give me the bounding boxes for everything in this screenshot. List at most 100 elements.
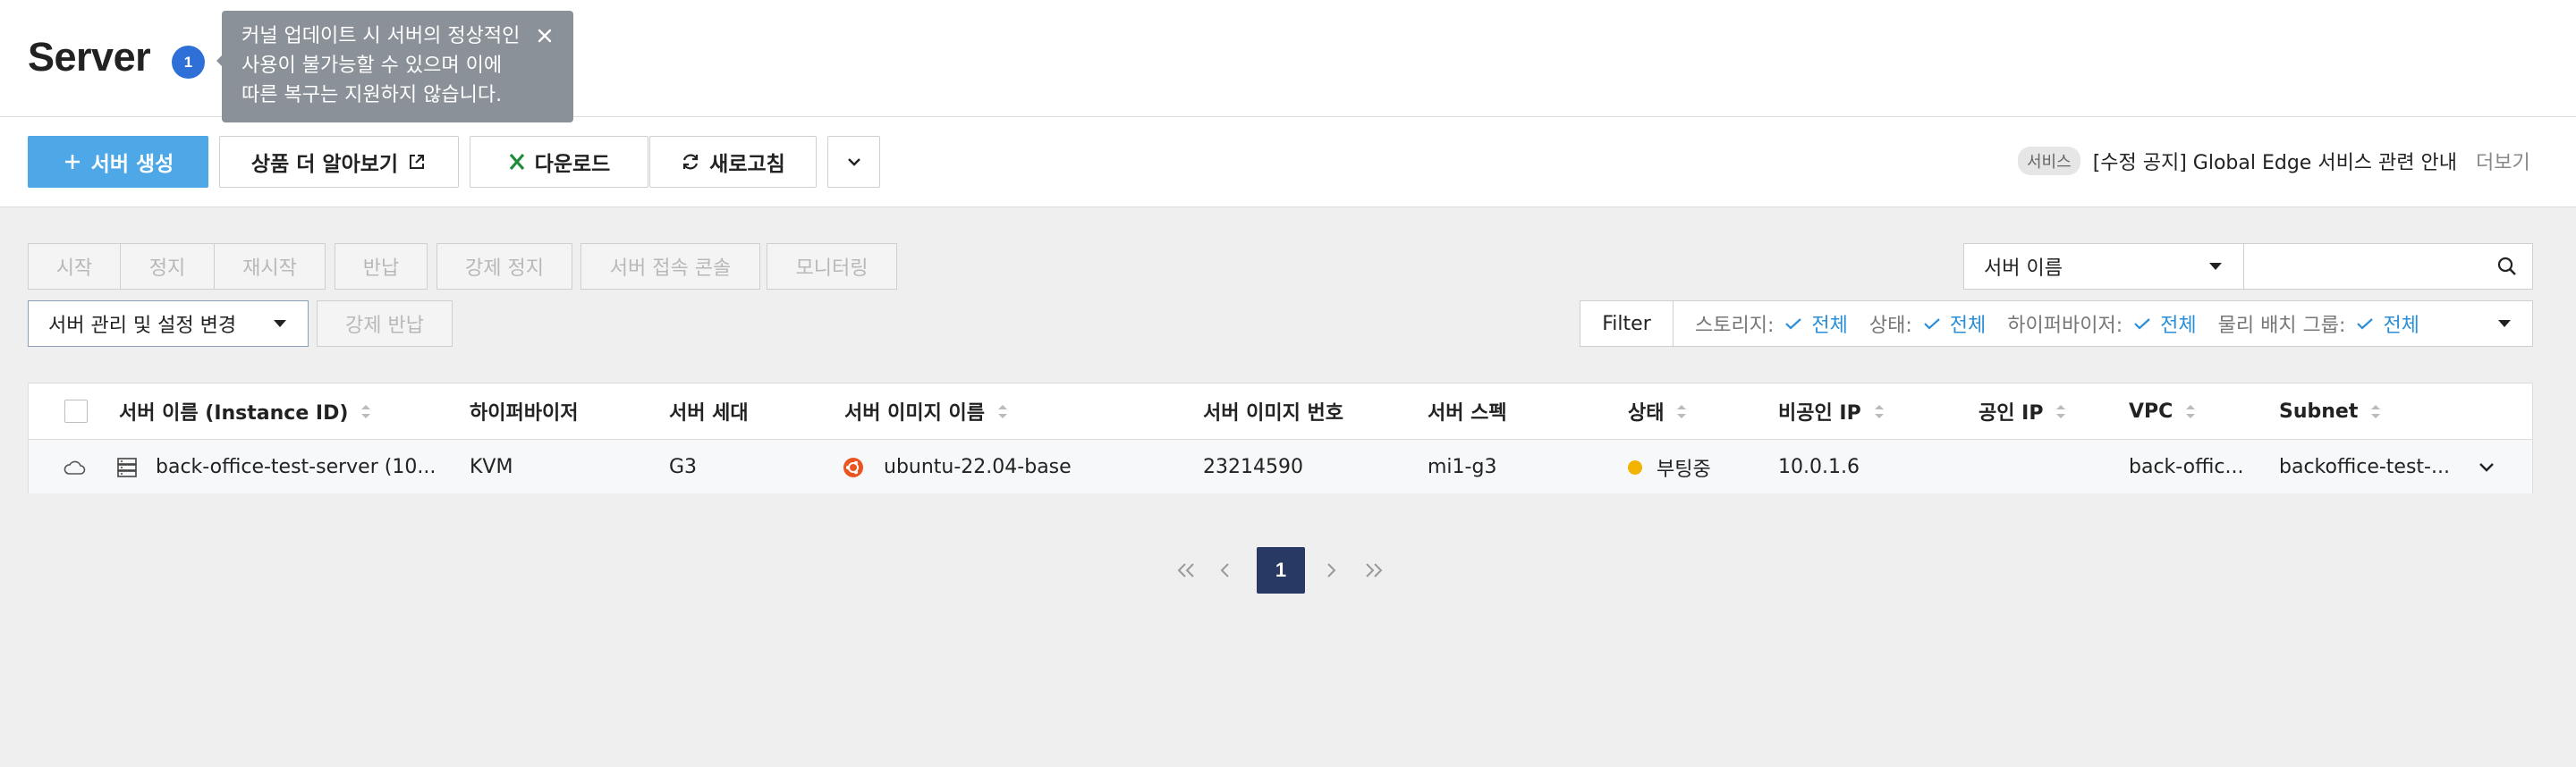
row-hypervisor: KVM: [470, 456, 513, 478]
row-vpc: back-offic...: [2129, 456, 2244, 478]
sort-icon[interactable]: [1874, 404, 1885, 419]
col-image-name-label: 서버 이미지 이름: [844, 402, 985, 425]
return-button[interactable]: 반납: [335, 243, 428, 290]
sort-icon[interactable]: [360, 404, 371, 419]
excel-icon: [509, 153, 524, 171]
filter-hypervisor-value: 전체: [2160, 315, 2197, 337]
chevron-down-icon: [2479, 462, 2494, 472]
check-icon: [1923, 318, 1940, 330]
refresh-button[interactable]: 새로고침: [649, 136, 817, 188]
col-image-no: 서버 이미지 번호: [1203, 384, 1343, 439]
restart-button[interactable]: 재시작: [214, 243, 326, 290]
notification-badge[interactable]: 1: [172, 46, 205, 79]
col-private-ip[interactable]: 비공인 IP: [1778, 384, 1885, 439]
filter-placement-group[interactable]: 물리 배치 그룹: 전체: [2218, 309, 2419, 338]
col-image-name[interactable]: 서버 이미지 이름: [844, 384, 1008, 439]
page-next-button[interactable]: [1322, 547, 1340, 594]
learn-more-label: 상품 더 알아보기: [250, 153, 399, 176]
row-generation: G3: [669, 456, 698, 478]
col-hypervisor: 하이퍼바이저: [470, 384, 578, 439]
col-public-ip-label: 공인 IP: [1979, 402, 2044, 425]
col-vpc[interactable]: VPC: [2129, 384, 2196, 439]
page-number-current[interactable]: 1: [1257, 547, 1305, 594]
filter-placement-group-value: 전체: [2383, 315, 2419, 337]
status-text: 부팅중: [1657, 458, 1711, 481]
caret-down-icon: [274, 320, 286, 327]
close-icon: [538, 29, 552, 43]
learn-more-button[interactable]: 상품 더 알아보기: [219, 136, 459, 188]
row-spec: mi1-g3: [1428, 456, 1497, 478]
search-icon[interactable]: [2496, 256, 2518, 277]
ubuntu-icon: [843, 457, 863, 477]
chevron-right-icon: [1327, 563, 1336, 577]
chevron-down-icon: [847, 158, 860, 166]
filter-storage[interactable]: 스토리지: 전체: [1695, 309, 1848, 338]
col-status-label: 상태: [1628, 402, 1665, 425]
notice-tag: 서비스: [2018, 147, 2080, 175]
sort-icon[interactable]: [2055, 404, 2066, 419]
refresh-icon: [683, 154, 699, 170]
start-button[interactable]: 시작: [28, 243, 121, 290]
notice-text[interactable]: [수정 공지] Global Edge 서비스 관련 안내: [2093, 147, 2457, 175]
row-name-cell[interactable]: back-office-test-server (10...: [116, 440, 436, 494]
col-spec-label: 서버 스펙: [1428, 402, 1507, 425]
download-label: 다운로드: [534, 153, 611, 176]
filter-placement-group-name: 물리 배치 그룹:: [2217, 315, 2346, 337]
tooltip-close-button[interactable]: [532, 23, 557, 48]
external-link-icon: [410, 155, 425, 169]
search-input[interactable]: [2243, 243, 2533, 290]
refresh-label: 새로고침: [709, 153, 785, 176]
monitoring-button[interactable]: 모니터링: [767, 243, 897, 290]
console-button[interactable]: 서버 접속 콘솔: [580, 243, 760, 290]
page-prev-button[interactable]: [1216, 547, 1234, 594]
sort-icon[interactable]: [2370, 404, 2381, 419]
notice-more-link[interactable]: 더보기: [2476, 147, 2530, 175]
chevron-left-icon: [1220, 563, 1229, 577]
row-status-cell: 부팅중: [1628, 440, 1711, 494]
row-expand-button[interactable]: [2476, 440, 2497, 494]
row-image-cell: ubuntu-22.04-base: [843, 440, 1072, 494]
stop-button[interactable]: 정지: [120, 243, 215, 290]
sort-icon[interactable]: [997, 404, 1008, 419]
col-public-ip[interactable]: 공인 IP: [1979, 384, 2066, 439]
filter-status[interactable]: 상태: 전체: [1869, 309, 1986, 338]
server-name[interactable]: back-office-test-server (10...: [156, 456, 436, 478]
force-stop-button[interactable]: 강제 정지: [436, 243, 572, 290]
col-server-name[interactable]: 서버 이름 (Instance ID): [119, 384, 371, 439]
filter-bar[interactable]: Filter 스토리지: 전체 상태: 전체 하이퍼바이저: 전체 물리 배치 …: [1580, 300, 2533, 347]
col-generation: 서버 세대: [669, 384, 749, 439]
filter-hypervisor[interactable]: 하이퍼바이저: 전체: [2007, 309, 2196, 338]
sort-icon[interactable]: [1676, 404, 1687, 419]
sort-icon[interactable]: [2185, 404, 2196, 419]
select-all-cell: [64, 384, 88, 439]
table-row[interactable]: back-office-test-server (10... KVM G3 ub…: [29, 439, 2532, 493]
col-subnet-label: Subnet: [2279, 400, 2359, 423]
col-status[interactable]: 상태: [1628, 384, 1687, 439]
more-options-dropdown[interactable]: [827, 136, 880, 188]
col-private-ip-label: 비공인 IP: [1778, 402, 1861, 425]
server-table: 서버 이름 (Instance ID) 하이퍼바이저 서버 세대 서버 이미지 …: [28, 383, 2533, 493]
page-last-button[interactable]: [1361, 547, 1386, 594]
row-subnet: backoffice-test-...: [2279, 456, 2450, 478]
search-field-select[interactable]: 서버 이름: [1963, 243, 2244, 290]
search-field-label: 서버 이름: [1984, 257, 2063, 280]
col-image-no-label: 서버 이미지 번호: [1203, 402, 1343, 425]
service-notice[interactable]: 서비스 [수정 공지] Global Edge 서비스 관련 안내: [2018, 147, 2457, 175]
create-server-label: 서버 생성: [90, 153, 174, 176]
col-subnet[interactable]: Subnet: [2279, 384, 2381, 439]
manage-settings-dropdown[interactable]: 서버 관리 및 설정 변경: [28, 300, 309, 347]
col-spec: 서버 스펙: [1428, 384, 1507, 439]
select-all-checkbox[interactable]: [64, 400, 88, 423]
page-first-button[interactable]: [1174, 547, 1199, 594]
download-button[interactable]: 다운로드: [470, 136, 648, 188]
force-return-button[interactable]: 강제 반납: [317, 300, 453, 347]
row-image-no: 23214590: [1203, 456, 1303, 478]
tooltip-line-1: 커널 업데이트 시 서버의 정상적인: [242, 25, 521, 47]
caret-down-icon[interactable]: [2496, 318, 2512, 329]
check-icon: [1785, 318, 1802, 330]
create-server-button[interactable]: 서버 생성: [28, 136, 208, 188]
row-private-ip: 10.0.1.6: [1778, 456, 1860, 478]
tooltip-line-3: 따른 복구는 지원하지 않습니다.: [242, 84, 503, 106]
filter-hypervisor-name: 하이퍼바이저:: [2007, 315, 2123, 337]
cloud-icon: [64, 460, 86, 475]
